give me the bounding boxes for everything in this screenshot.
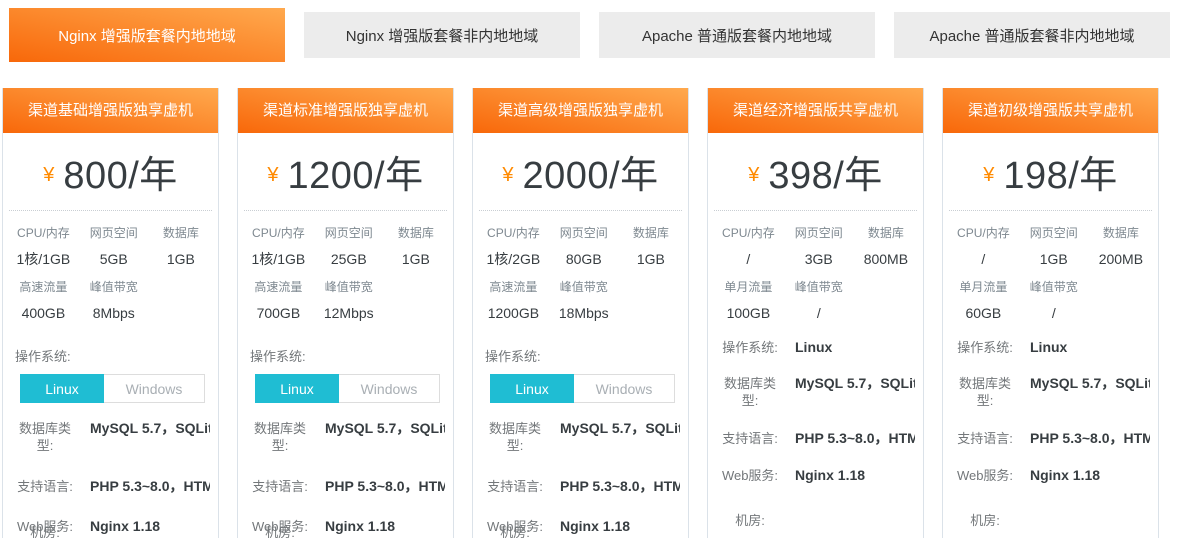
pricing-card-basic: 渠道基础增强版独享虚机 ¥ 800/年 CPU/内存 1核/1GB 网页空间 5…	[2, 88, 219, 538]
spec-traffic: 高速流量 400GB	[9, 278, 78, 323]
spec-database: 数据库 1GB	[150, 224, 212, 269]
currency-symbol: ¥	[502, 164, 513, 187]
spec-bandwidth: 峰值带宽 /	[783, 278, 855, 323]
spec-bandwidth: 峰值带宽 8Mbps	[78, 278, 150, 323]
price-amount: 1200/年	[288, 144, 424, 199]
price-amount: 398/年	[768, 144, 882, 199]
spec-grid: CPU/内存 1核/2GB 网页空间 80GB 数据库 1GB 高速流量 120…	[473, 211, 688, 323]
spec-bandwidth: 峰值带宽 /	[1018, 278, 1090, 323]
tab-nginx-enhanced-nonmainland[interactable]: Nginx 增强版套餐非内地地域	[304, 12, 580, 58]
row-db-type: 数据库类型: MySQL 5.7，SQLite	[473, 420, 688, 454]
spec-bandwidth: 峰值带宽 12Mbps	[313, 278, 385, 323]
spec-cpu: CPU/内存 /	[949, 224, 1018, 269]
spec-grid: CPU/内存 1核/1GB 网页空间 5GB 数据库 1GB 高速流量 400G…	[3, 211, 218, 323]
spec-database: 数据库 1GB	[620, 224, 682, 269]
card-title: 渠道高级增强版独享虚机	[473, 88, 688, 133]
spec-database: 数据库 800MB	[855, 224, 917, 269]
windows-button[interactable]: Windows	[339, 374, 440, 403]
pricing-cards: 渠道基础增强版独享虚机 ¥ 800/年 CPU/内存 1核/1GB 网页空间 5…	[0, 88, 1179, 538]
spec-traffic: 高速流量 1200GB	[479, 278, 548, 323]
tab-nginx-enhanced-mainland[interactable]: Nginx 增强版套餐内地地域	[9, 8, 285, 62]
os-toggle: Linux Windows	[20, 374, 205, 403]
spec-grid: CPU/内存 / 网页空间 1GB 数据库 200MB 单月流量 60GB	[943, 211, 1158, 323]
row-os: 操作系统: Linux	[708, 339, 923, 356]
spec-cpu: CPU/内存 /	[714, 224, 783, 269]
card-title: 渠道标准增强版独享虚机	[238, 88, 453, 133]
linux-button[interactable]: Linux	[20, 374, 104, 403]
spec-webspace: 网页空间 25GB	[313, 224, 385, 269]
row-db-type: 数据库类型: MySQL 5.7，SQLite	[708, 375, 923, 409]
row-db-type: 数据库类型: MySQL 5.7，SQLite	[238, 420, 453, 454]
spec-webspace: 网页空间 80GB	[548, 224, 620, 269]
spec-webspace: 网页空间 1GB	[1018, 224, 1090, 269]
price: ¥ 398/年	[708, 133, 923, 210]
spec-traffic: 高速流量 700GB	[244, 278, 313, 323]
row-web-server: Web服务: Nginx 1.18	[708, 467, 923, 484]
spec-grid: CPU/内存 / 网页空间 3GB 数据库 800MB 单月流量 100GB	[708, 211, 923, 323]
pricing-card-entry: 渠道初级增强版共享虚机 ¥ 198/年 CPU/内存 / 网页空间 1GB 数据…	[942, 88, 1159, 538]
card-title: 渠道经济增强版共享虚机	[708, 88, 923, 133]
spec-webspace: 网页空间 3GB	[783, 224, 855, 269]
os-toggle: Linux Windows	[255, 374, 440, 403]
price-amount: 2000/年	[523, 144, 659, 199]
row-languages: 支持语言: PHP 5.3~8.0，HTM…	[238, 478, 453, 495]
price: ¥ 800/年	[3, 133, 218, 210]
windows-button[interactable]: Windows	[574, 374, 675, 403]
windows-button[interactable]: Windows	[104, 374, 205, 403]
os-toggle: Linux Windows	[490, 374, 675, 403]
row-db-type: 数据库类型: MySQL 5.7，SQLite	[943, 375, 1158, 409]
tab-apache-standard-mainland[interactable]: Apache 普通版套餐内地地域	[599, 12, 875, 58]
spec-grid: CPU/内存 1核/1GB 网页空间 25GB 数据库 1GB 高速流量 700…	[238, 211, 453, 323]
package-tabs: Nginx 增强版套餐内地地域 Nginx 增强版套餐非内地地域 Apache …	[0, 0, 1179, 66]
row-datacenter: 机房:	[943, 512, 1158, 529]
spec-bandwidth: 峰值带宽 18Mbps	[548, 278, 620, 323]
spec-traffic: 单月流量 60GB	[949, 278, 1018, 323]
row-languages: 支持语言: PHP 5.3~8.0，HTM…	[943, 430, 1158, 447]
spec-cpu: CPU/内存 1核/1GB	[244, 224, 313, 269]
row-languages: 支持语言: PHP 5.3~8.0，HTM…	[473, 478, 688, 495]
os-label: 操作系统:	[250, 346, 453, 365]
spec-database: 数据库 200MB	[1090, 224, 1152, 269]
spec-webspace: 网页空间 5GB	[78, 224, 150, 269]
os-label: 操作系统:	[485, 346, 688, 365]
row-datacenter: 机房:	[708, 512, 923, 529]
os-label: 操作系统:	[15, 346, 218, 365]
linux-button[interactable]: Linux	[255, 374, 339, 403]
price: ¥ 1200/年	[238, 133, 453, 210]
row-db-type: 数据库类型: MySQL 5.7，SQLite	[3, 420, 218, 454]
row-languages: 支持语言: PHP 5.3~8.0，HTM…	[708, 430, 923, 447]
card-title: 渠道基础增强版独享虚机	[3, 88, 218, 133]
price-amount: 800/年	[63, 144, 177, 199]
currency-symbol: ¥	[43, 164, 54, 187]
tab-apache-standard-nonmainland[interactable]: Apache 普通版套餐非内地地域	[894, 12, 1170, 58]
linux-button[interactable]: Linux	[490, 374, 574, 403]
price: ¥ 198/年	[943, 133, 1158, 210]
row-os: 操作系统: Linux	[943, 339, 1158, 356]
currency-symbol: ¥	[748, 164, 759, 187]
spec-cpu: CPU/内存 1核/1GB	[9, 224, 78, 269]
spec-traffic: 单月流量 100GB	[714, 278, 783, 323]
pricing-card-standard: 渠道标准增强版独享虚机 ¥ 1200/年 CPU/内存 1核/1GB 网页空间 …	[237, 88, 454, 538]
card-title: 渠道初级增强版共享虚机	[943, 88, 1158, 133]
pricing-card-advanced: 渠道高级增强版独享虚机 ¥ 2000/年 CPU/内存 1核/2GB 网页空间 …	[472, 88, 689, 538]
row-web-server: Web服务: Nginx 1.18	[943, 467, 1158, 484]
row-languages: 支持语言: PHP 5.3~8.0，HTM…	[3, 478, 218, 495]
price: ¥ 2000/年	[473, 133, 688, 210]
currency-symbol: ¥	[983, 164, 994, 187]
currency-symbol: ¥	[267, 164, 278, 187]
spec-database: 数据库 1GB	[385, 224, 447, 269]
pricing-card-economy: 渠道经济增强版共享虚机 ¥ 398/年 CPU/内存 / 网页空间 3GB 数据…	[707, 88, 924, 538]
spec-cpu: CPU/内存 1核/2GB	[479, 224, 548, 269]
price-amount: 198/年	[1003, 144, 1117, 199]
